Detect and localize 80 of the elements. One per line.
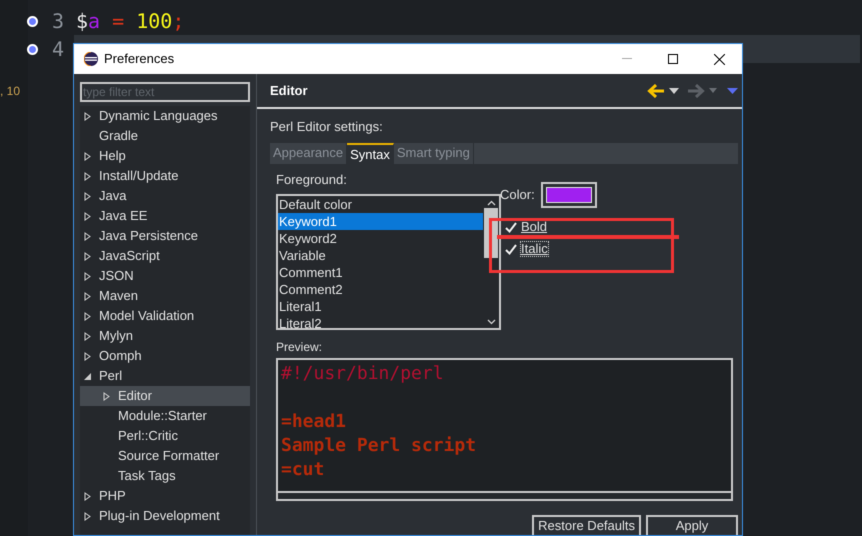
list-item[interactable]: Comment2 <box>278 281 483 298</box>
page-title: Editor <box>270 82 308 100</box>
code-line: =head1 <box>281 410 348 434</box>
tree-item[interactable]: Java <box>80 186 250 206</box>
list-item[interactable]: Default color <box>278 196 483 213</box>
section-label: Perl Editor settings: <box>270 118 384 136</box>
app-icon <box>84 52 98 66</box>
list-item[interactable]: Comment1 <box>278 264 483 281</box>
tree-item[interactable]: Gradle <box>80 126 250 146</box>
expanded-icon[interactable] <box>84 372 91 380</box>
view-menu-icon[interactable] <box>727 88 738 94</box>
list-item[interactable]: Keyword1 <box>278 213 483 230</box>
list-item[interactable]: Keyword2 <box>278 230 483 247</box>
collapsed-icon[interactable] <box>84 252 91 260</box>
tree-item[interactable]: Source Formatter <box>80 446 250 466</box>
checkmark-icon <box>504 222 516 232</box>
dropdown-icon[interactable] <box>669 88 679 94</box>
tab[interactable]: Syntax <box>347 142 394 164</box>
tree-item[interactable]: Plug-in Development <box>80 506 250 526</box>
code-line: Sample Perl script <box>281 434 478 458</box>
tree-item[interactable]: Perl <box>80 366 250 386</box>
tree-item[interactable]: Perl::Critic <box>80 426 250 446</box>
restore-defaults-button[interactable]: Restore Defaults <box>532 515 641 535</box>
collapsed-icon[interactable] <box>84 192 91 200</box>
collapsed-icon[interactable] <box>84 312 91 320</box>
collapsed-icon[interactable] <box>84 172 91 180</box>
collapsed-icon[interactable] <box>84 352 91 360</box>
scroll-up-icon[interactable] <box>486 200 496 206</box>
line-number: 3 <box>50 8 64 35</box>
collapsed-icon[interactable] <box>84 152 91 160</box>
tree-item[interactable]: Java EE <box>80 206 250 226</box>
tree-item[interactable]: JavaScript <box>80 246 250 266</box>
collapsed-icon[interactable] <box>84 272 91 280</box>
checkmark-icon <box>504 244 516 254</box>
list-item[interactable]: Literal2 <box>278 315 483 328</box>
code-line: =cut <box>281 458 326 482</box>
tree-item[interactable]: Dynamic Languages <box>80 106 250 126</box>
apply-button[interactable]: Apply <box>646 515 738 535</box>
code-line: $a = 100; <box>75 8 184 35</box>
collapsed-icon[interactable] <box>84 212 91 220</box>
list-item[interactable]: Variable <box>278 247 483 264</box>
tree-item[interactable]: PHP <box>80 486 250 506</box>
tree-item[interactable]: Java Persistence <box>80 226 250 246</box>
collapsed-icon[interactable] <box>103 392 110 400</box>
code-line: #!/usr/bin/perl <box>281 362 445 386</box>
list-item[interactable]: Literal1 <box>278 298 483 315</box>
color-button[interactable] <box>540 182 597 208</box>
maximize-icon <box>668 54 678 64</box>
list-label: Foreground: <box>276 170 348 189</box>
collapsed-icon[interactable] <box>84 112 91 120</box>
collapsed-icon[interactable] <box>84 292 91 300</box>
minimize-icon <box>622 58 632 60</box>
tree-item[interactable]: Module::Starter <box>80 406 250 426</box>
collapsed-icon[interactable] <box>84 332 91 340</box>
tree-item[interactable]: Mylyn <box>80 326 250 346</box>
color-label: Color: <box>500 186 535 204</box>
tree-item[interactable]: Help <box>80 146 250 166</box>
collapsed-icon[interactable] <box>84 492 91 500</box>
collapsed-icon[interactable] <box>84 512 91 520</box>
tree-item[interactable]: Model Validation <box>80 306 250 326</box>
window-title: Preferences <box>104 50 174 68</box>
preview-label: Preview: <box>275 339 324 356</box>
tree-item[interactable]: Editor <box>80 386 250 406</box>
scroll-down-icon[interactable] <box>486 319 496 325</box>
back-arrow-icon[interactable] <box>647 84 665 98</box>
status-text: , 10 <box>0 83 20 100</box>
checkbox-label: Bold <box>521 220 548 234</box>
horizontal-scrollbar[interactable] <box>278 491 731 499</box>
tree-item[interactable]: JSON <box>80 266 250 286</box>
foreground-list[interactable]: Default color Keyword1 Keyword2 Variable Comment1 Comment2 Literal1 Literal2 <box>276 194 501 330</box>
close-icon <box>714 54 724 64</box>
collapsed-icon[interactable] <box>84 232 91 240</box>
checkbox[interactable] <box>504 220 517 234</box>
tree-item[interactable]: Task Tags <box>80 466 250 486</box>
tree-item[interactable]: Maven <box>80 286 250 306</box>
checkbox[interactable] <box>504 242 517 256</box>
checkbox-label: Italic <box>521 242 548 256</box>
tree-item[interactable]: Install/Update <box>80 166 250 186</box>
tree-item[interactable]: Oomph <box>80 346 250 366</box>
line-number: 4 <box>50 36 64 63</box>
